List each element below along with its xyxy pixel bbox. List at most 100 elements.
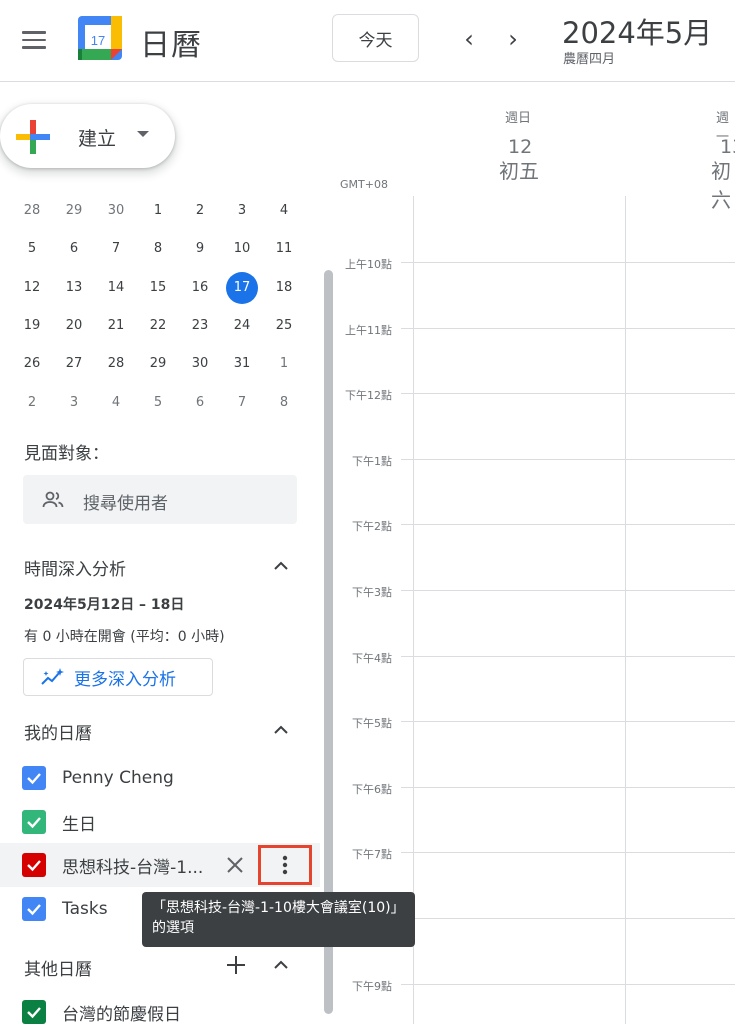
mini-calendar-day[interactable]: 5 (11, 233, 53, 265)
mini-calendar-day[interactable]: 18 (263, 272, 305, 304)
create-button[interactable]: 建立 (0, 104, 175, 168)
hour-line (401, 590, 735, 591)
mini-calendar-day[interactable]: 26 (11, 348, 53, 380)
calendar-checkbox[interactable] (22, 853, 46, 877)
mini-calendar-day[interactable]: 21 (95, 310, 137, 342)
calendar-item-birthdays[interactable]: 生日 (0, 800, 320, 844)
mini-calendar-day[interactable]: 4 (95, 387, 137, 419)
hour-line (401, 524, 735, 525)
hour-line (401, 918, 735, 919)
app-title: 日曆 (140, 28, 202, 63)
mini-calendar-day[interactable]: 28 (95, 348, 137, 380)
mini-calendar-day[interactable]: 19 (11, 310, 53, 342)
mini-calendar-day[interactable]: 30 (95, 195, 137, 227)
top-bar: 17 日曆 今天 ‹ › 2024年5月 農曆四月 (0, 0, 735, 82)
calendar-checkbox[interactable] (22, 766, 46, 790)
calendar-item-meeting-room[interactable]: 思想科技-台灣-1... (0, 843, 320, 887)
insights-meeting-hours: 有 0 小時在開會 (平均：0 小時) (24, 629, 225, 645)
hour-label: 下午5點 (352, 717, 392, 730)
mini-calendar-day[interactable]: 20 (53, 310, 95, 342)
mini-calendar-day[interactable]: 31 (221, 348, 263, 380)
mini-calendar-day[interactable]: 9 (179, 233, 221, 265)
collapse-my-calendars-icon[interactable] (271, 720, 291, 740)
hour-label: 下午1點 (352, 455, 392, 468)
calendar-label: 生日 (62, 814, 96, 835)
mini-calendar-day[interactable]: 15 (137, 272, 179, 304)
mini-calendar-day[interactable]: 16 (179, 272, 221, 304)
calendar-label: Tasks (62, 899, 108, 919)
hour-label: 下午7點 (352, 848, 392, 861)
mini-calendar-day[interactable]: 7 (95, 233, 137, 265)
mini-calendar-day[interactable]: 27 (53, 348, 95, 380)
calendar-item-taiwan-holidays[interactable]: 台灣的節慶假日 (0, 990, 320, 1024)
collapse-other-calendars-icon[interactable] (271, 955, 291, 975)
hour-label: 下午6點 (352, 783, 392, 796)
calendar-logo-icon: 17 (78, 16, 122, 60)
mini-calendar-day[interactable]: 6 (179, 387, 221, 419)
mini-calendar-day[interactable]: 28 (11, 195, 53, 227)
hour-line (401, 393, 735, 394)
mini-calendar-day[interactable]: 13 (53, 272, 95, 304)
calendar-checkbox[interactable] (22, 1000, 46, 1024)
hour-line (401, 787, 735, 788)
mini-calendar-day[interactable]: 23 (179, 310, 221, 342)
insights-date-range: 2024年5月12日 – 18日 (24, 597, 185, 613)
mini-calendar-day[interactable]: 3 (53, 387, 95, 419)
mini-calendar-day[interactable]: 22 (137, 310, 179, 342)
logo-day-text: 17 (91, 33, 105, 48)
close-icon[interactable] (224, 854, 246, 876)
mini-calendar-day[interactable]: 2 (179, 195, 221, 227)
mini-calendar-day[interactable]: 29 (137, 348, 179, 380)
add-other-calendar-icon[interactable] (224, 953, 248, 977)
create-label: 建立 (78, 128, 117, 150)
collapse-insights-icon[interactable] (271, 556, 291, 576)
hour-line (401, 262, 735, 263)
hour-label: 下午12點 (345, 389, 392, 402)
calendar-label: Penny Cheng (62, 768, 174, 788)
hour-label: 下午4點 (352, 652, 392, 665)
hour-label: 下午3點 (352, 586, 392, 599)
more-insights-label: 更多深入分析 (74, 669, 176, 690)
mini-calendar: 28 29 30 1 2 3 4 5 6 7 8 9 10 11 12 13 14 15 16 17 18 19 20 21 2… (11, 192, 305, 422)
other-calendars-title: 其他日曆 (24, 960, 92, 980)
more-insights-button[interactable]: 更多深入分析 (23, 658, 213, 696)
mini-calendar-day[interactable]: 17 (221, 271, 263, 304)
mini-calendar-day[interactable]: 10 (221, 233, 263, 265)
mini-calendar-day[interactable]: 29 (53, 195, 95, 227)
calendar-checkbox[interactable] (22, 897, 46, 921)
calendar-options-tooltip: 「思想科技-台灣-1-10樓大會議室(10)」的選項 (142, 892, 415, 947)
mini-calendar-day[interactable]: 2 (11, 387, 53, 419)
mini-calendar-day[interactable]: 7 (221, 387, 263, 419)
mini-calendar-day[interactable]: 24 (221, 310, 263, 342)
lunar-month-label: 農曆四月 (563, 52, 616, 67)
mini-calendar-day[interactable]: 30 (179, 348, 221, 380)
hour-line (401, 984, 735, 985)
mini-calendar-day[interactable]: 14 (95, 272, 137, 304)
mini-calendar-day[interactable]: 4 (263, 195, 305, 227)
mini-calendar-day[interactable]: 12 (11, 272, 53, 304)
calendar-checkbox[interactable] (22, 810, 46, 834)
mini-calendar-day[interactable]: 3 (221, 195, 263, 227)
more-vert-icon (282, 855, 288, 875)
calendar-options-button[interactable] (258, 845, 312, 885)
mini-calendar-day[interactable]: 11 (263, 233, 305, 265)
mini-calendar-day[interactable]: 5 (137, 387, 179, 419)
mini-calendar-day[interactable]: 8 (263, 387, 305, 419)
mini-calendar-day[interactable]: 8 (137, 233, 179, 265)
next-week-icon[interactable]: › (496, 22, 530, 56)
mini-calendar-day[interactable]: 25 (263, 310, 305, 342)
search-people-input[interactable]: 搜尋使用者 (23, 475, 297, 524)
day-header-weekday: 週日 (505, 111, 532, 126)
mini-calendar-day[interactable]: 6 (53, 233, 95, 265)
hour-label: 上午10點 (345, 258, 392, 271)
calendar-item-penny-cheng[interactable]: Penny Cheng (0, 756, 320, 800)
timezone-label: GMT+08 (340, 178, 388, 191)
search-people-placeholder: 搜尋使用者 (83, 494, 168, 514)
create-dropdown-icon[interactable] (137, 131, 149, 137)
today-button[interactable]: 今天 (332, 14, 419, 62)
mini-calendar-day[interactable]: 1 (137, 195, 179, 227)
main-menu-icon[interactable] (14, 20, 54, 60)
previous-week-icon[interactable]: ‹ (452, 22, 486, 56)
mini-calendar-day[interactable]: 1 (263, 348, 305, 380)
my-calendars-title: 我的日曆 (24, 724, 92, 744)
